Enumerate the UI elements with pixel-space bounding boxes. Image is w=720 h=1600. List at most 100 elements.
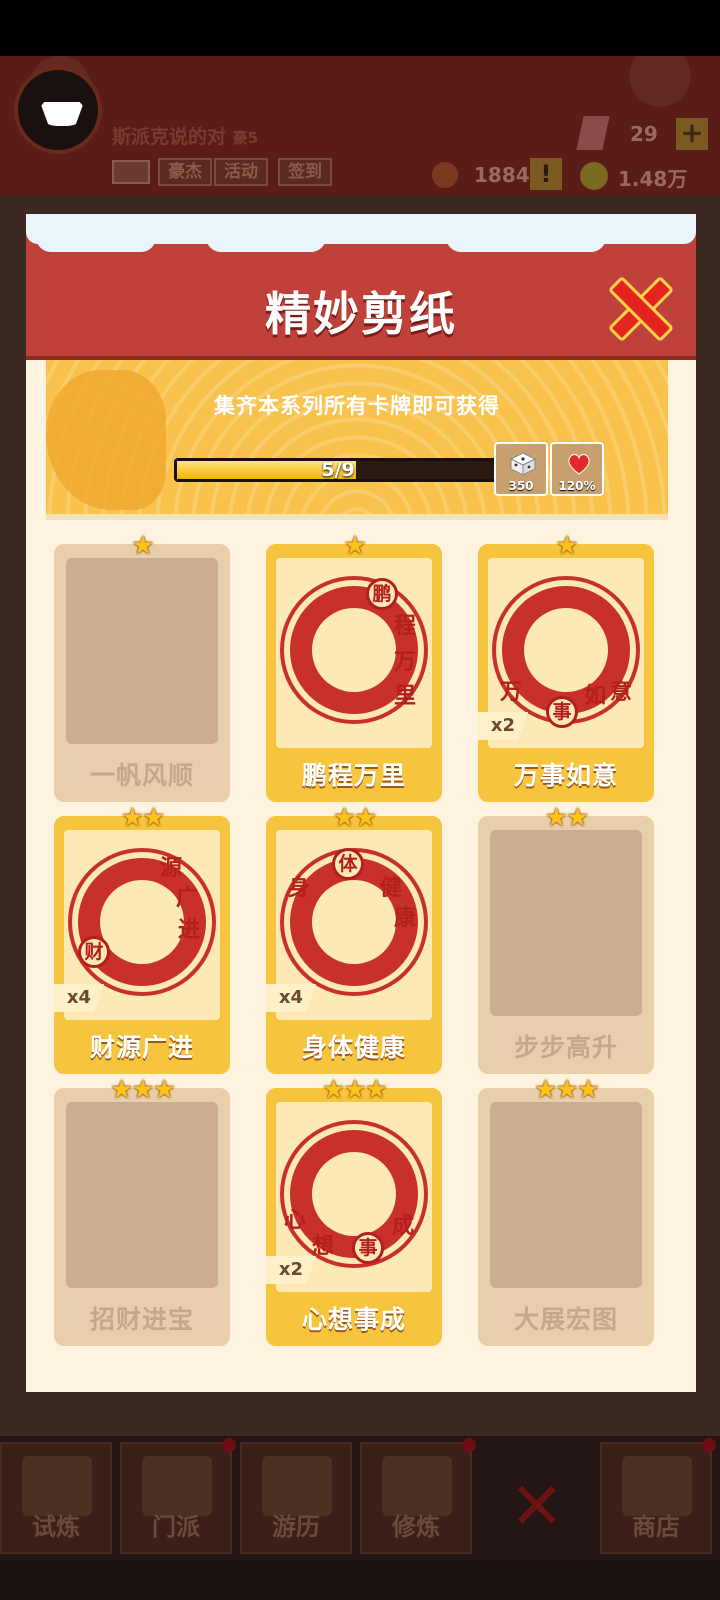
papercut-figure-icon (312, 608, 396, 692)
star-rating: ★ (343, 531, 366, 561)
papercut-character: 进 (178, 918, 201, 943)
star-rating: ★★★ (534, 1075, 600, 1105)
coupon-icon (432, 162, 458, 188)
card-name: 步步高升 (513, 1033, 618, 1062)
tab-cultivate[interactable]: 修炼 (360, 1438, 476, 1554)
dice-icon (510, 452, 536, 476)
collection-card[interactable]: ★★ 步步高升 (478, 804, 654, 1074)
coupon-count: 1884 (474, 163, 530, 187)
player-avatar[interactable] (14, 66, 102, 154)
status-bar (0, 0, 720, 56)
papercut-character: 体 (332, 848, 364, 880)
card-name: 大展宏图 (513, 1305, 618, 1334)
dialog-title: 精妙剪纸 (265, 287, 457, 341)
collection-card[interactable]: ★★★ 大展宏图 (478, 1076, 654, 1346)
game-header (0, 56, 720, 196)
card-name: 财源广进 (89, 1033, 194, 1062)
nav-close-icon[interactable]: ✕ (510, 1470, 564, 1544)
locked-card-slot (66, 558, 218, 744)
papercut-character: 鹏 (366, 578, 398, 610)
player-name-text: 斯派克说的对 (112, 126, 227, 148)
collection-card[interactable]: ★★★ 招财进宝 (54, 1076, 230, 1346)
star-rating: ★★ (120, 803, 166, 833)
notification-dot (702, 1438, 716, 1452)
coin-count: 1.48万 (618, 167, 688, 191)
snow-decoration (206, 222, 326, 252)
checkin-button[interactable]: 签到 (278, 158, 332, 186)
papercut-character: 心 (284, 1208, 307, 1233)
tab-shop[interactable]: 商店 (600, 1438, 716, 1554)
reward-banner: 集齐本系列所有卡牌即可获得 5/9 350 120% (46, 360, 668, 520)
tab-sect-label: 门派 (152, 1513, 200, 1541)
card-name: 万事如意 (513, 761, 618, 790)
tab-sect[interactable]: 门派 (120, 1438, 236, 1554)
star-rating: ★★★ (322, 1075, 388, 1105)
collection-progress-bar: 5/9 (174, 458, 502, 482)
notification-dot (222, 1438, 236, 1452)
tab-travel-label: 游历 (272, 1513, 320, 1541)
notification-dot (462, 1438, 476, 1452)
tab-cultivate-label: 修炼 (392, 1513, 440, 1541)
player-name: 斯派克说的对 豪5 (112, 122, 258, 149)
star-rating: ★★ (332, 803, 378, 833)
papercut-character: 广 (176, 886, 199, 911)
papercut-character: 里 (394, 684, 417, 709)
papercut-character: 万 (394, 650, 417, 675)
collection-card[interactable]: ★ 鹏程万里鹏程万里 (266, 532, 442, 802)
card-name: 鹏程万里 (301, 761, 406, 790)
tab-travel[interactable]: 游历 (240, 1442, 352, 1554)
mail-icon[interactable] (112, 160, 150, 184)
papercut-character: 财 (78, 936, 110, 968)
reward-value: 120% (558, 479, 596, 493)
gem-count: 29 (630, 122, 658, 146)
collection-card[interactable]: ★ 万事如意 x2 万事如意 (478, 532, 654, 802)
snow-decoration (446, 222, 606, 252)
collection-card[interactable]: ★★ 身体健康 x4 身体健康 (266, 804, 442, 1074)
progress-text: 5/9 (321, 459, 355, 481)
star-rating: ★ (131, 531, 154, 561)
home-bar (0, 1560, 720, 1600)
player-rank: 豪5 (232, 129, 259, 147)
avatar-face-icon (40, 102, 84, 126)
papercut-character: 身 (288, 876, 311, 901)
papercut-figure-icon (100, 880, 184, 964)
banner-text: 集齐本系列所有卡牌即可获得 (214, 394, 500, 418)
reward-value: 350 (508, 479, 534, 493)
papercut-character: 意 (610, 680, 633, 705)
close-button[interactable] (606, 274, 668, 336)
locked-card-slot (66, 1102, 218, 1288)
events-button[interactable]: 活动 (214, 158, 268, 186)
heroes-button[interactable]: 豪杰 (158, 158, 212, 186)
star-rating: ★★★ (110, 1075, 176, 1105)
tab-shop-label: 商店 (632, 1513, 680, 1541)
papercut-art: 鹏程万里 (276, 558, 432, 748)
card-name: 招财进宝 (89, 1305, 194, 1334)
reward-heart[interactable]: 120% (550, 442, 604, 496)
collection-card[interactable]: ★★★ 心想事成 x2 心想事成 (266, 1076, 442, 1346)
card-name: 心想事成 (301, 1305, 406, 1334)
locked-card-slot (490, 830, 642, 1016)
heart-icon (568, 454, 590, 475)
collection-card[interactable]: ★ 一帆风顺 (54, 532, 230, 802)
reward-dice[interactable]: 350 (494, 442, 548, 496)
card-name: 身体健康 (301, 1033, 406, 1062)
locked-card-slot (490, 1102, 642, 1288)
card-name: 一帆风顺 (89, 761, 194, 790)
star-rating: ★★ (544, 803, 590, 833)
papercut-collection-dialog: 精妙剪纸 集齐本系列所有卡牌即可获得 5/9 350 120% ★ 一帆风顺 ★… (26, 214, 696, 1392)
add-gems-button[interactable]: + (676, 118, 708, 150)
papercut-character: 想 (312, 1234, 335, 1259)
coin-icon (580, 162, 608, 190)
papercut-character: 成 (392, 1214, 415, 1239)
tab-trial-label: 试炼 (32, 1513, 80, 1541)
papercut-character: 康 (394, 906, 417, 931)
star-rating: ★ (555, 531, 578, 561)
papercut-figure-icon (312, 1152, 396, 1236)
tab-trial[interactable]: 试炼 (0, 1442, 112, 1554)
papercut-character: 程 (394, 614, 417, 639)
papercut-character: 事 (352, 1232, 384, 1264)
papercut-character: 如 (584, 684, 607, 709)
alert-button[interactable]: ! (530, 158, 562, 190)
snow-decoration (36, 222, 156, 252)
collection-card[interactable]: ★★ 源广进财 x4 财源广进 (54, 804, 230, 1074)
